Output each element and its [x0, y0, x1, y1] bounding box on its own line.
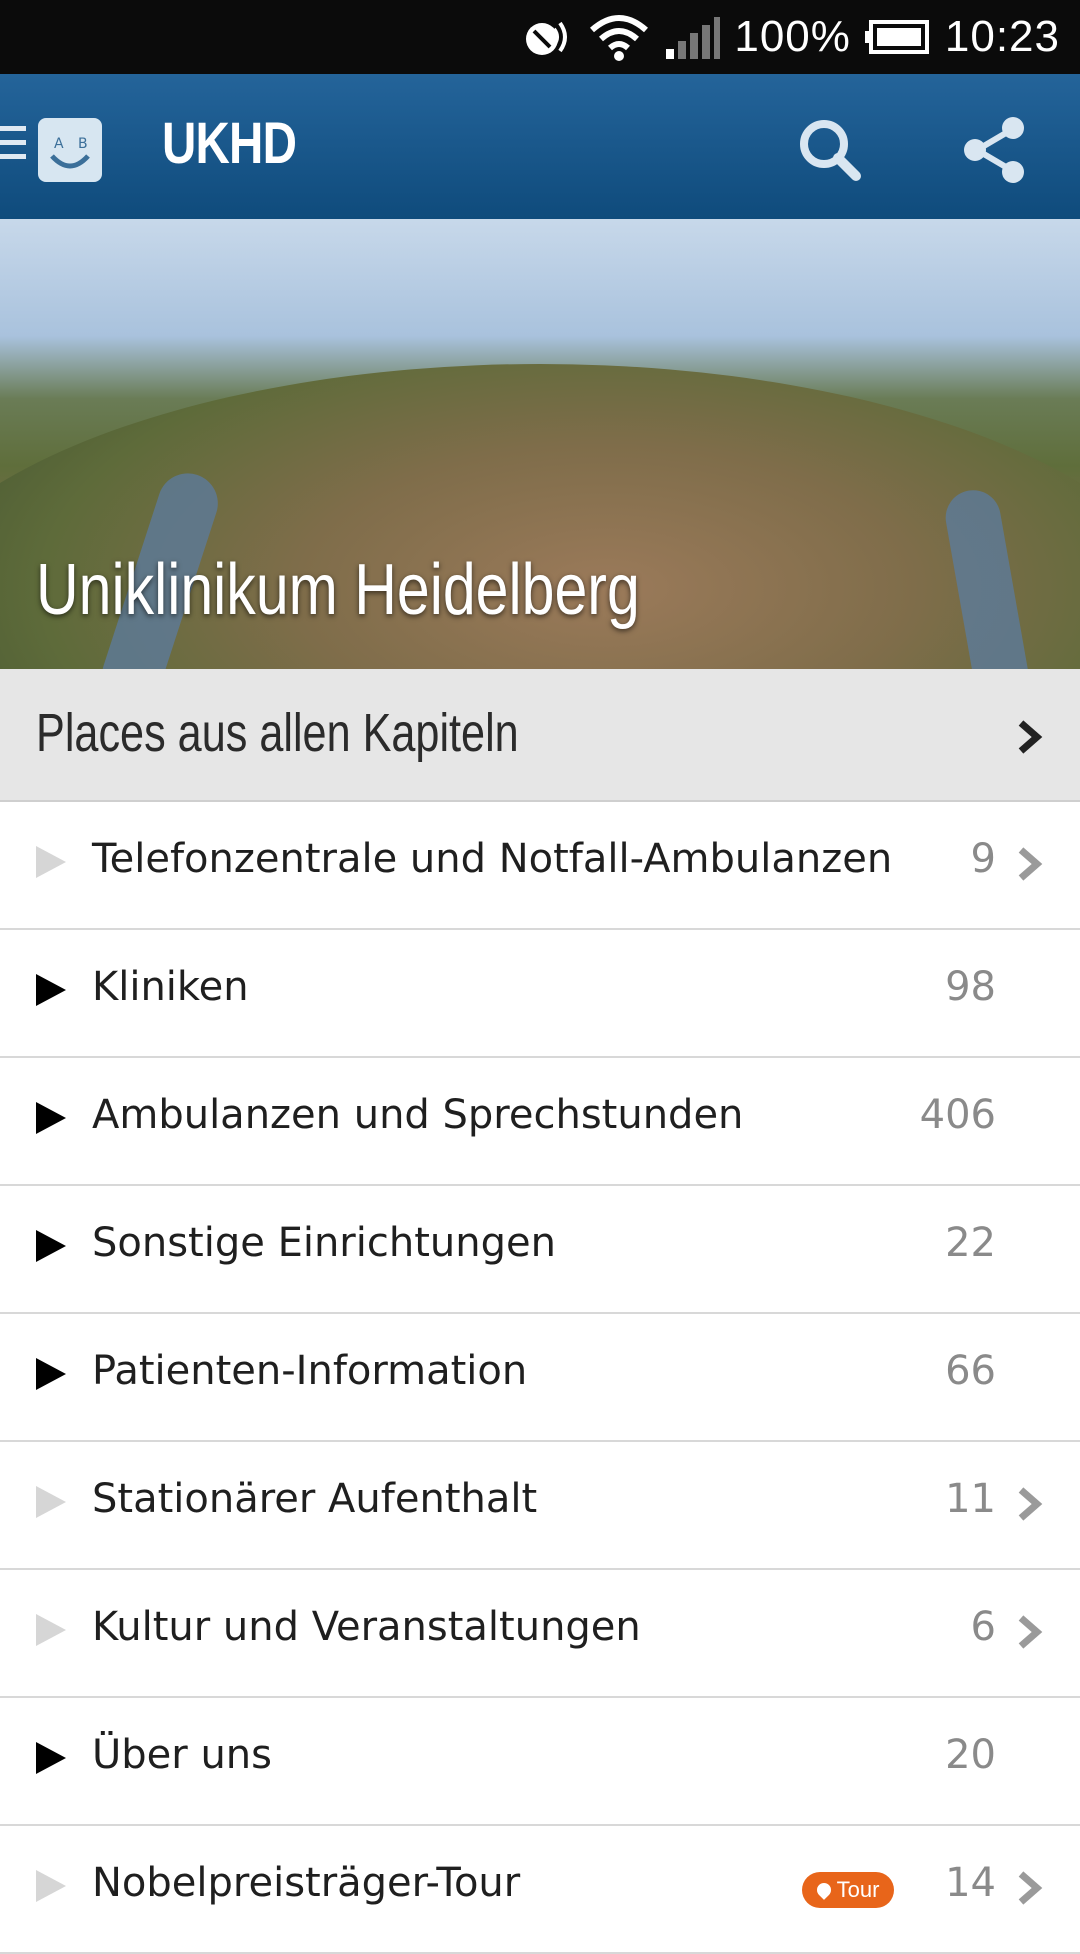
list-item-label: Sonstige Einrichtungen: [92, 1220, 556, 1266]
list-item-count: 14: [945, 1860, 996, 1906]
nfc-icon: [520, 13, 574, 61]
list-item-label: Kliniken: [92, 964, 249, 1010]
svg-text:B: B: [78, 136, 88, 152]
list-item[interactable]: Patienten-Information 66: [0, 1314, 1080, 1442]
battery-percent: 100%: [734, 12, 851, 61]
list-item[interactable]: Nobelpreisträger-Tour Tour 14: [0, 1826, 1080, 1954]
expand-triangle-icon[interactable]: [36, 1742, 66, 1774]
list-item[interactable]: Sonstige Einrichtungen 22: [0, 1186, 1080, 1314]
list-item-label: Kultur und Veranstaltungen: [92, 1604, 641, 1650]
search-icon[interactable]: [790, 110, 870, 190]
list-item-count: 406: [919, 1092, 996, 1138]
expand-triangle-icon: [36, 1870, 66, 1902]
section-header-row[interactable]: Places aus allen Kapiteln: [0, 669, 1080, 802]
expand-triangle-icon[interactable]: [36, 974, 66, 1006]
list-item[interactable]: Telefonzentrale und Notfall-Ambulanzen 9: [0, 802, 1080, 930]
expand-triangle-icon[interactable]: [36, 1102, 66, 1134]
list-item[interactable]: Kliniken 98: [0, 930, 1080, 1058]
svg-text:A: A: [54, 136, 64, 152]
list-item-label: Ambulanzen und Sprechstunden: [92, 1092, 744, 1138]
list-item[interactable]: Stationärer Aufenthalt 11: [0, 1442, 1080, 1570]
list-item[interactable]: Kultur und Veranstaltungen 6: [0, 1570, 1080, 1698]
app-title: UKHD: [162, 111, 297, 176]
share-icon[interactable]: [955, 110, 1035, 190]
tour-badge-label: Tour: [836, 1877, 880, 1902]
signal-icon: [664, 15, 721, 59]
menu-icon[interactable]: [0, 126, 28, 166]
list-item-count: 98: [945, 964, 996, 1010]
list-item-count: 20: [945, 1732, 996, 1778]
list-item[interactable]: Über uns 20: [0, 1698, 1080, 1826]
list-item-label: Telefonzentrale und Notfall-Ambulanzen: [92, 836, 893, 882]
list-item-count: 11: [945, 1476, 996, 1522]
list-item-count: 6: [970, 1604, 996, 1650]
list-item-label: Nobelpreisträger-Tour: [92, 1860, 521, 1906]
chevron-right-icon: [1015, 717, 1045, 757]
clock: 10:23: [944, 12, 1060, 61]
list-item-label: Stationärer Aufenthalt: [92, 1476, 538, 1522]
chevron-right-icon: [1015, 844, 1045, 884]
wifi-icon: [588, 12, 650, 62]
expand-triangle-icon: [36, 846, 66, 878]
tour-badge: Tour: [802, 1872, 894, 1908]
list-item-count: 22: [945, 1220, 996, 1266]
app-logo[interactable]: A B: [38, 118, 102, 182]
expand-triangle-icon[interactable]: [36, 1230, 66, 1262]
chevron-right-icon: [1015, 1612, 1045, 1652]
battery-icon: [864, 20, 931, 54]
chapter-list: Telefonzentrale und Notfall-Ambulanzen 9 K…: [0, 802, 1080, 1954]
expand-triangle-icon[interactable]: [36, 1358, 66, 1390]
section-title: Places aus allen Kapiteln: [36, 703, 519, 763]
hero-title: Uniklinikum Heidelberg: [36, 550, 640, 630]
list-item-label: Über uns: [92, 1732, 272, 1778]
list-item-label: Patienten-Information: [92, 1348, 528, 1394]
expand-triangle-icon: [36, 1614, 66, 1646]
status-bar: 100% 10:23: [0, 0, 1080, 74]
app-bar: A B UKHD: [0, 74, 1080, 219]
chevron-right-icon: [1015, 1868, 1045, 1908]
list-item-count: 9: [970, 836, 996, 882]
list-item-count: 66: [945, 1348, 996, 1394]
hero-image: Uniklinikum Heidelberg: [0, 219, 1080, 669]
list-item[interactable]: Ambulanzen und Sprechstunden 406: [0, 1058, 1080, 1186]
map-pin-icon: [813, 1880, 834, 1900]
expand-triangle-icon: [36, 1486, 66, 1518]
chevron-right-icon: [1015, 1484, 1045, 1524]
